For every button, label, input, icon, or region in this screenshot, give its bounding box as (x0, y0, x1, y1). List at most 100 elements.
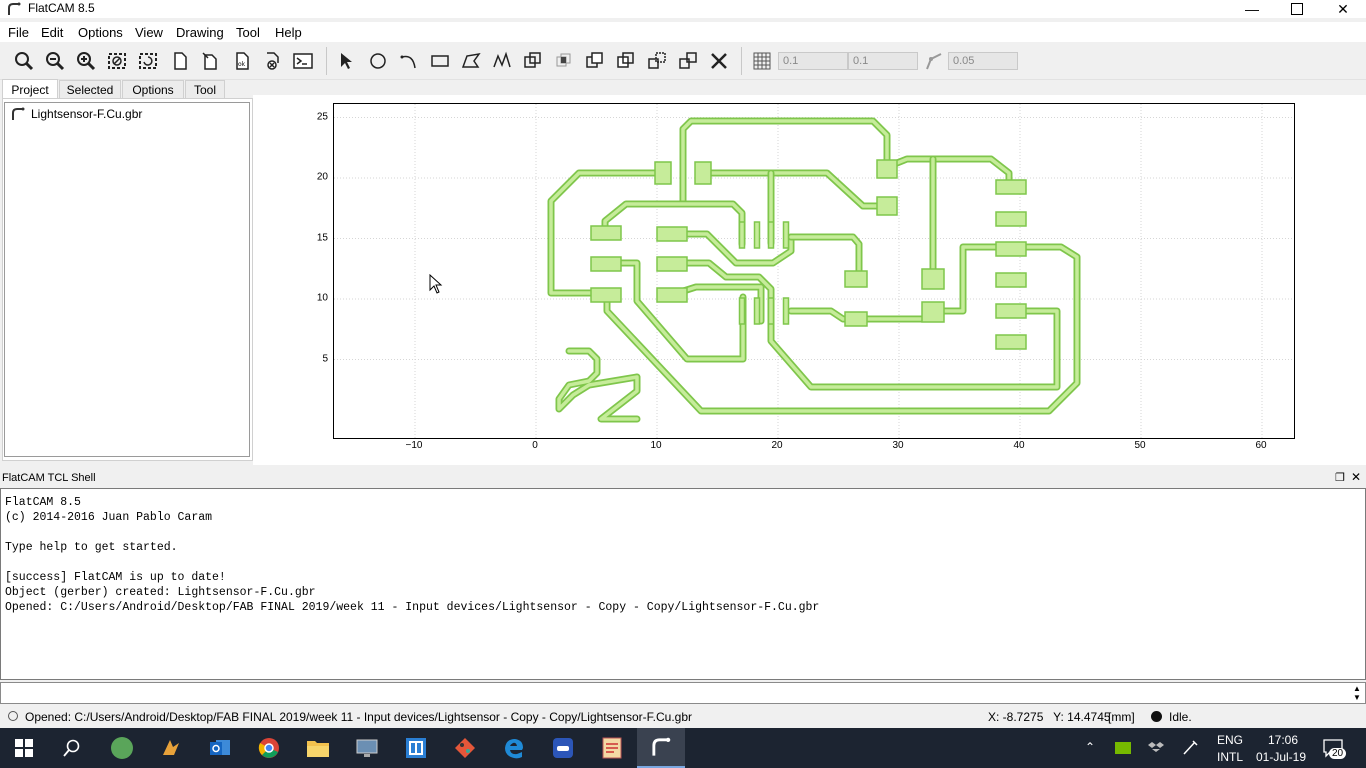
status-indicator-icon (8, 711, 18, 721)
cutpath-icon (617, 52, 634, 68)
zoom-fit-button[interactable] (12, 49, 36, 73)
input-language[interactable]: ENG (1217, 733, 1243, 747)
pcb-plot[interactable] (334, 104, 1294, 438)
tab-selected[interactable]: Selected (59, 80, 121, 98)
plot-frame[interactable] (333, 103, 1295, 439)
editor-ok-button[interactable]: ok (230, 49, 254, 73)
menu-help[interactable]: Help (275, 25, 302, 40)
pcb-trace (883, 155, 1013, 191)
add-polygon-button[interactable] (459, 49, 483, 73)
tab-options[interactable]: Options (122, 80, 184, 98)
taskbar-app-document[interactable] (588, 728, 636, 768)
keyboard-layout[interactable]: INTL (1217, 750, 1243, 764)
clear-plot-button[interactable] (105, 49, 129, 73)
x-tick-label: 20 (771, 440, 783, 451)
menu-edit[interactable]: Edit (41, 25, 63, 40)
project-tree[interactable]: Lightsensor-F.Cu.gbr (4, 102, 250, 457)
menu-options[interactable]: Options (78, 25, 123, 40)
zoom-out-icon (46, 52, 65, 71)
add-circle-button[interactable] (366, 49, 390, 73)
taskbar-app-outlook[interactable] (196, 728, 244, 768)
zoom-out-button[interactable] (43, 49, 67, 73)
minimize-button[interactable]: — (1229, 0, 1275, 18)
add-arc-button[interactable] (397, 49, 421, 73)
pcb-pad (782, 221, 790, 249)
taskbar-app-git[interactable] (441, 728, 489, 768)
circle-icon (370, 53, 386, 69)
menu-file[interactable]: File (8, 25, 29, 40)
arc-icon (400, 55, 416, 69)
scroll-arrows-icon[interactable]: ▲ ▼ (1351, 684, 1363, 702)
new-geometry-button[interactable] (198, 49, 222, 73)
taskbar: ⌃ ENG INTL 17:06 01-Jul-19 20 (0, 728, 1366, 768)
git-icon (455, 738, 475, 758)
menu-drawing[interactable]: Drawing (176, 25, 224, 40)
pen-tray-icon[interactable] (1181, 739, 1199, 757)
add-rectangle-button[interactable] (428, 49, 452, 73)
float-dock-icon[interactable]: ❐ (1335, 471, 1345, 484)
flatcam-taskbar-icon (652, 737, 671, 756)
delete-object-button[interactable] (260, 49, 284, 73)
pcb-pad (767, 297, 775, 325)
replot-icon (139, 53, 157, 69)
nvidia-tray-icon[interactable] (1114, 740, 1132, 756)
y-axis-ticks: 25 20 15 10 5 (300, 103, 330, 439)
x-tick-label: 50 (1134, 440, 1146, 451)
shell-command-input[interactable]: ▲ ▼ (0, 682, 1366, 704)
new-project-button[interactable] (168, 49, 192, 73)
taskbar-app-bird[interactable] (147, 728, 195, 768)
intersection-button[interactable] (552, 49, 576, 73)
menu-tool[interactable]: Tool (236, 25, 260, 40)
maximize-button[interactable] (1274, 0, 1320, 18)
shell-output: FlatCAM 8.5 (c) 2014-2016 Juan Pablo Car… (0, 488, 1366, 680)
snap-max-input[interactable]: 0.05 (948, 52, 1018, 70)
snap-corner-button[interactable] (921, 49, 945, 73)
taskbar-app-chrome[interactable] (245, 728, 293, 768)
shell-line: Object (gerber) created: Lightsensor-F.C… (5, 586, 316, 599)
grid-x-input[interactable]: 0.1 (778, 52, 848, 70)
taskbar-app-edge[interactable] (490, 728, 538, 768)
shell-line: Opened: C:/Users/Android/Desktop/FAB FIN… (5, 601, 820, 614)
pcb-pad (590, 287, 622, 303)
start-button[interactable] (0, 728, 48, 768)
pointer-icon (341, 53, 352, 69)
pcb-pad (995, 211, 1027, 227)
shell-button[interactable] (291, 49, 315, 73)
taskbar-app-globe[interactable] (98, 728, 146, 768)
taskbar-app-blue[interactable] (392, 728, 440, 768)
union-button[interactable] (521, 49, 545, 73)
pcb-trace-fill (557, 349, 639, 421)
replot-button[interactable] (136, 49, 160, 73)
select-tool-button[interactable] (334, 49, 358, 73)
dropbox-tray-icon[interactable] (1147, 740, 1165, 756)
move-button[interactable] (645, 49, 669, 73)
pcb-pad (844, 270, 868, 288)
grid-y-input[interactable]: 0.1 (848, 52, 918, 70)
pcb-trace (679, 117, 891, 205)
close-shell-icon[interactable]: ✕ (1351, 470, 1361, 484)
close-button[interactable]: ✕ (1320, 0, 1366, 18)
tab-project[interactable]: Project (2, 79, 58, 99)
zoom-in-button[interactable] (74, 49, 98, 73)
list-item[interactable]: Lightsensor-F.Cu.gbr (11, 107, 142, 121)
add-path-button[interactable] (490, 49, 514, 73)
delete-shape-button[interactable] (707, 49, 731, 73)
copy-icon (679, 52, 697, 69)
maximize-icon (1291, 3, 1303, 15)
tray-expand-icon[interactable]: ⌃ (1085, 740, 1095, 754)
clock-date[interactable]: 01-Jul-19 (1256, 750, 1306, 764)
search-button[interactable] (48, 728, 96, 768)
x-tick-label: 0 (532, 440, 538, 451)
taskbar-app-media[interactable] (539, 728, 587, 768)
copy-button[interactable] (676, 49, 700, 73)
taskbar-app-remote[interactable] (343, 728, 391, 768)
tab-tool[interactable]: Tool (185, 80, 225, 98)
grid-snap-button[interactable] (750, 49, 774, 73)
cutpath-button[interactable] (614, 49, 638, 73)
menu-view[interactable]: View (135, 25, 163, 40)
taskbar-app-flatcam[interactable] (637, 728, 685, 768)
clock-time[interactable]: 17:06 (1268, 733, 1298, 747)
subtract-button[interactable] (583, 49, 607, 73)
taskbar-app-explorer[interactable] (294, 728, 342, 768)
pcb-trace-fill (681, 119, 889, 203)
